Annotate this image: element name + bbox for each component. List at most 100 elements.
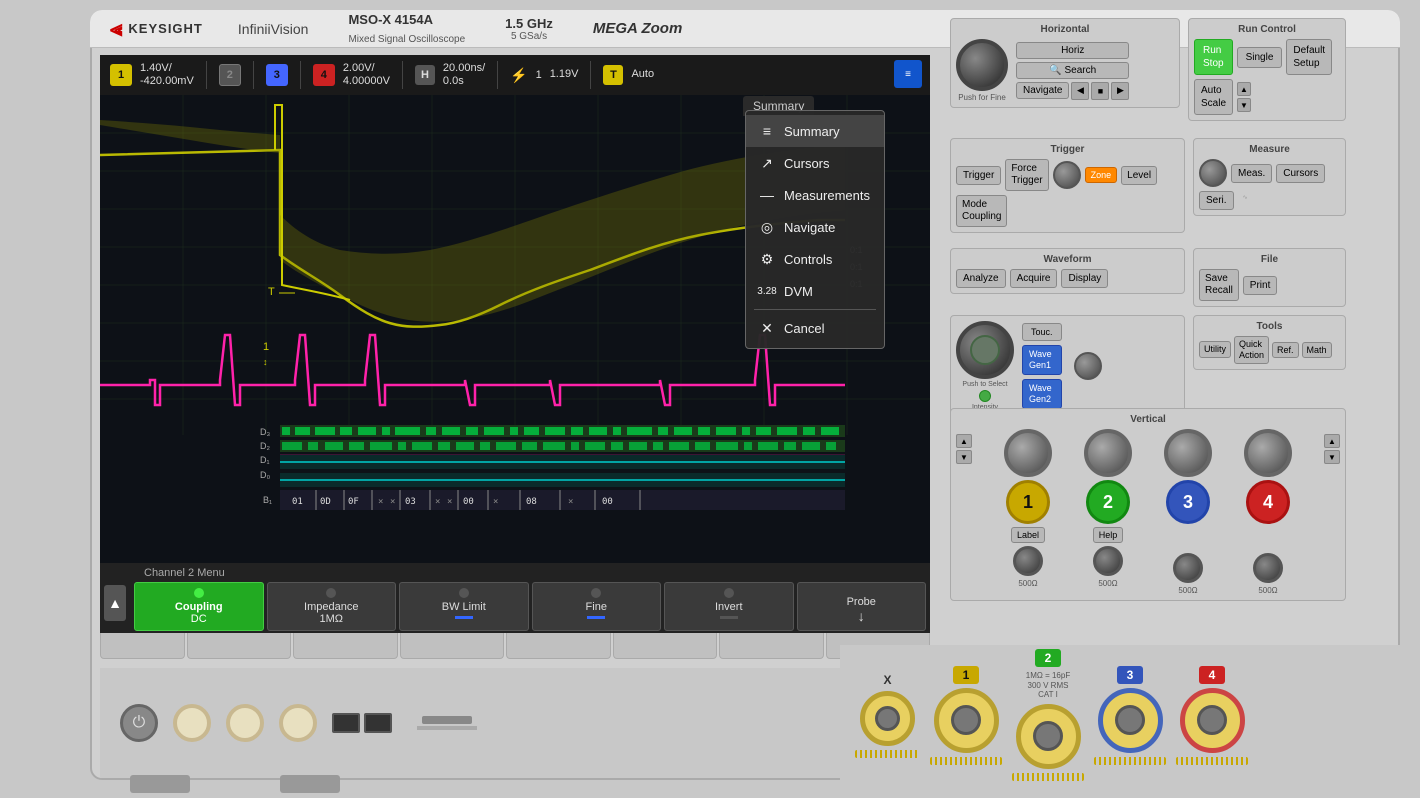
ch3-v-knob[interactable] <box>1164 429 1212 477</box>
ch4-bnc[interactable] <box>1180 688 1245 753</box>
quick-action-btn[interactable]: QuickAction <box>1234 336 1269 364</box>
ch3-btn[interactable]: 3 <box>1166 480 1210 524</box>
t-badge[interactable]: T <box>603 65 623 85</box>
default-setup-btn[interactable]: DefaultSetup <box>1286 39 1332 75</box>
svg-text:D₃: D₃ <box>260 427 270 437</box>
v-down-btn[interactable]: ▼ <box>956 450 972 464</box>
svg-text:×: × <box>378 497 383 507</box>
scroll-down-btn[interactable]: ▼ <box>1237 98 1251 112</box>
wave-gen1-btn[interactable]: WaveGen1 <box>1022 345 1062 375</box>
trig-mode: Auto <box>631 68 654 80</box>
trigger-btn[interactable]: Trigger <box>956 166 1001 185</box>
v-right-up-btn[interactable]: ▲ <box>1324 434 1340 448</box>
select-knob[interactable] <box>956 321 1014 379</box>
menu-item-dvm[interactable]: 3.28 DVM <box>746 275 884 307</box>
select-knob-group: Push to Select Intensity <box>956 321 1014 411</box>
acquire-btn[interactable]: Acquire <box>1010 269 1058 288</box>
menu-item-summary[interactable]: ≡ Summary <box>746 115 884 147</box>
ch4-pos-knob[interactable] <box>1253 553 1283 583</box>
math-btn[interactable]: Math <box>1302 342 1332 358</box>
ch1-badge[interactable]: 1 <box>110 64 132 86</box>
ch4-btn[interactable]: 4 <box>1246 480 1290 524</box>
search-btn[interactable]: 🔍 Search <box>1016 62 1129 79</box>
power-button[interactable]: ⏻ <box>120 704 158 742</box>
ch2-pins <box>1012 773 1084 781</box>
ch3-bnc[interactable] <box>1098 688 1163 753</box>
display-btn[interactable]: Display <box>1061 269 1108 288</box>
cursors-btn[interactable]: Cursors <box>1276 164 1325 183</box>
seri-btn[interactable]: Seri. <box>1199 191 1234 210</box>
bw-limit-button[interactable]: BW Limit <box>399 582 529 631</box>
label-btn[interactable]: Label <box>1011 527 1045 543</box>
x-bnc[interactable] <box>860 691 915 746</box>
horiz-btn[interactable]: Horiz <box>1016 42 1129 59</box>
ch2-btn[interactable]: 2 <box>1086 480 1130 524</box>
coupling-button[interactable]: Coupling DC <box>134 582 264 631</box>
level-btn[interactable]: Level <box>1121 166 1157 185</box>
touch-btn[interactable]: Touc. <box>1022 323 1062 341</box>
ch3-badge[interactable]: 3 <box>266 64 288 86</box>
v-right-down-btn[interactable]: ▼ <box>1324 450 1340 464</box>
mode-coupling-btn[interactable]: ModeCoupling <box>956 195 1007 227</box>
nav-right-btn[interactable]: ▶ <box>1111 82 1129 100</box>
auto-scale-btn[interactable]: AutoScale <box>1194 79 1233 115</box>
v-up-btn[interactable]: ▲ <box>956 434 972 448</box>
menu-item-cancel[interactable]: ✕ Cancel <box>746 312 884 344</box>
ch1-bnc[interactable] <box>934 688 999 753</box>
controls-icon: ⚙ <box>758 250 776 268</box>
menu-item-measurements[interactable]: — Measurements <box>746 179 884 211</box>
menu-item-controls[interactable]: ⚙ Controls <box>746 243 884 275</box>
vertical-scroll-right: ▲ ▼ <box>1324 429 1340 464</box>
svg-text:×: × <box>390 497 395 507</box>
ch4-badge[interactable]: 4 <box>313 64 335 86</box>
utility-btn[interactable]: Utility <box>1199 341 1231 358</box>
ref-btn[interactable]: Ref. <box>1272 342 1299 358</box>
measure-knob[interactable] <box>1199 159 1227 187</box>
ch2-v-knob[interactable] <box>1084 429 1132 477</box>
ch1-pos-knob[interactable] <box>1013 546 1043 576</box>
ch3-pos-knob[interactable] <box>1173 553 1203 583</box>
navigate-icon: ◎ <box>758 218 776 236</box>
ch4-v-knob[interactable] <box>1244 429 1292 477</box>
ch3-bnc-inner <box>1115 705 1145 735</box>
help-btn[interactable]: Help <box>1093 527 1124 543</box>
probe-comp-1[interactable] <box>173 704 211 742</box>
impedance-button[interactable]: Impedance 1MΩ <box>267 582 397 631</box>
trigger-level-knob[interactable] <box>1053 161 1081 189</box>
nav-left-btn[interactable]: ◀ <box>1071 82 1089 100</box>
horizontal-knob[interactable] <box>956 39 1008 91</box>
analyze-btn[interactable]: Analyze <box>956 269 1006 288</box>
navigate-btn[interactable]: Navigate <box>1016 82 1069 99</box>
ch1-v-knob[interactable] <box>1004 429 1052 477</box>
probe-button[interactable]: Probe ↓ <box>797 582 927 631</box>
nav-stop-btn[interactable]: ■ <box>1091 82 1109 100</box>
coupling-value: DC <box>139 613 259 625</box>
single-btn[interactable]: Single <box>1237 47 1283 68</box>
ch2-ohm-label: 500Ω <box>1098 579 1117 588</box>
ch2-badge[interactable]: 2 <box>219 64 241 86</box>
h-badge[interactable]: H <box>415 65 435 85</box>
invert-button[interactable]: Invert <box>664 582 794 631</box>
up-arrow-btn[interactable]: ▲ <box>104 585 126 621</box>
waveform-title: Waveform <box>956 254 1179 265</box>
menu-item-cursors[interactable]: ↗ Cursors <box>746 147 884 179</box>
scroll-up-btn[interactable]: ▲ <box>1237 82 1251 96</box>
ch1-btn[interactable]: 1 <box>1006 480 1050 524</box>
force-trigger-btn[interactable]: ForceTrigger <box>1005 159 1048 191</box>
ch2-bnc[interactable] <box>1016 704 1081 769</box>
screen-function-btn[interactable]: ≡ <box>894 60 922 88</box>
wave-ind-2 <box>1238 202 1268 204</box>
probe-comp-2[interactable] <box>226 704 264 742</box>
probe-comp-3[interactable] <box>279 704 317 742</box>
fine-button[interactable]: Fine <box>532 582 662 631</box>
print-btn[interactable]: Print <box>1243 276 1278 295</box>
zone-btn[interactable]: Zone <box>1085 167 1118 183</box>
menu-item-navigate[interactable]: ◎ Navigate <box>746 211 884 243</box>
ch2-pos-knob[interactable] <box>1093 546 1123 576</box>
run-stop-btn[interactable]: RunStop <box>1194 39 1233 75</box>
meas-btn[interactable]: Meas. <box>1231 164 1272 183</box>
wave-gen2-btn[interactable]: WaveGen2 <box>1022 379 1062 409</box>
small-right-knob[interactable] <box>1074 352 1102 380</box>
save-recall-btn[interactable]: SaveRecall <box>1199 269 1239 301</box>
invert-indicator <box>720 616 738 619</box>
